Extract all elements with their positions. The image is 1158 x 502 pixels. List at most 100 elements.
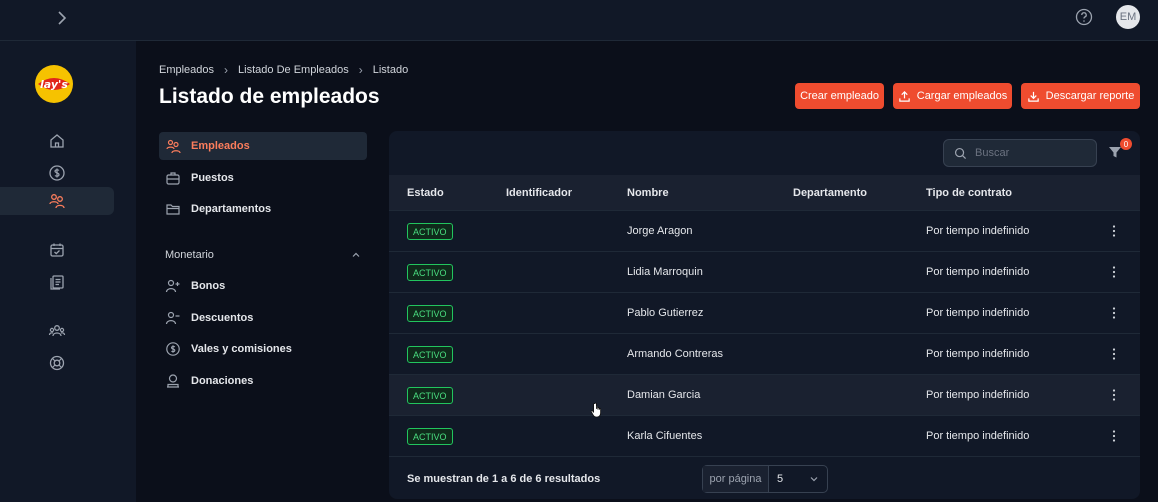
per-page-value-dropdown[interactable]: 5 [769, 466, 827, 492]
employees-icon [49, 194, 65, 209]
column-header-status[interactable]: Estado [407, 187, 444, 199]
contract-type: Por tiempo indefinido [926, 307, 1030, 319]
table-row[interactable]: ACTIVO Karla Cifuentes Por tiempo indefi… [389, 416, 1140, 457]
subnav-group-monetary[interactable]: Monetario [159, 241, 367, 269]
page-title: Listado de empleados [159, 85, 380, 108]
more-options-icon[interactable] [1111, 347, 1117, 361]
employee-name: Lidia Marroquin [627, 266, 703, 278]
per-page-select[interactable]: por página 5 [702, 465, 828, 493]
user-minus-icon [165, 311, 180, 324]
upload-employees-button[interactable]: Cargar empleados [893, 83, 1012, 109]
table-row[interactable]: ACTIVO Jorge Aragon Por tiempo indefinid… [389, 211, 1140, 252]
status-badge: ACTIVO [407, 223, 453, 240]
more-options-icon[interactable] [1111, 265, 1117, 279]
contract-type: Por tiempo indefinido [926, 430, 1030, 442]
column-header-contract-type[interactable]: Tipo de contrato [926, 187, 1012, 199]
upload-icon [899, 90, 910, 102]
subnav-item-label: Empleados [191, 140, 250, 152]
top-bar: EM [0, 0, 1158, 41]
status-badge: ACTIVO [407, 428, 453, 445]
more-options-icon[interactable] [1111, 388, 1117, 402]
chevron-right-icon[interactable] [52, 8, 72, 28]
chevron-right-icon: › [224, 63, 229, 77]
sidebar-item-home[interactable] [0, 127, 114, 155]
subnav-item-label: Departamentos [191, 203, 272, 216]
employees-table-panel: 0 Estado Identificador Nombre Departamen… [389, 131, 1140, 499]
subnav-item-discounts[interactable]: Descuentos [159, 304, 367, 332]
employees-subnav: Empleados Puestos Departamentos Monetari… [159, 132, 367, 399]
calendar-check-icon [50, 243, 64, 257]
subnav-item-positions[interactable]: Puestos [159, 164, 367, 192]
column-header-name[interactable]: Nombre [627, 187, 669, 199]
employee-name: Jorge Aragon [627, 225, 693, 237]
avatar[interactable]: EM [1116, 5, 1140, 29]
more-options-icon[interactable] [1111, 224, 1117, 238]
subnav-item-label: Descuentos [191, 311, 254, 324]
documents-icon [50, 275, 64, 290]
table-row[interactable]: ACTIVO Lidia Marroquin Por tiempo indefi… [389, 252, 1140, 293]
search-input[interactable] [975, 147, 1085, 159]
home-icon [50, 134, 64, 148]
column-header-department[interactable]: Departamento [793, 187, 867, 199]
sidebar-item-support[interactable] [0, 349, 114, 377]
briefcase-icon [166, 171, 180, 185]
help-icon[interactable] [1074, 7, 1094, 27]
status-badge: ACTIVO [407, 387, 453, 404]
subnav-item-label: Bonos [191, 280, 226, 293]
subnav-item-label: Puestos [191, 171, 234, 184]
per-page-label: por página [703, 466, 769, 492]
coin-cycle-icon [166, 342, 180, 357]
status-badge: ACTIVO [407, 346, 453, 363]
contract-type: Por tiempo indefinido [926, 266, 1030, 278]
employee-name: Karla Cifuentes [627, 430, 703, 442]
sidebar-item-documents[interactable] [0, 268, 114, 296]
team-icon [48, 325, 66, 337]
subnav-item-departments[interactable]: Departamentos [159, 195, 367, 223]
sidebar-item-payments[interactable] [0, 159, 114, 187]
subnav-item-employees[interactable]: Empleados [159, 132, 367, 160]
per-page-value: 5 [777, 473, 784, 485]
status-badge: ACTIVO [407, 305, 453, 322]
breadcrumb-item: Listado [372, 64, 409, 76]
donation-icon [167, 374, 179, 388]
more-options-icon[interactable] [1111, 306, 1117, 320]
hand-cursor-icon [590, 402, 601, 418]
subnav-item-vouchers[interactable]: Vales y comisiones [159, 335, 367, 363]
breadcrumb: Empleados › Listado De Empleados › Lista… [159, 63, 408, 77]
chevron-up-icon [352, 252, 360, 258]
subnav-item-bonuses[interactable]: Bonos [159, 272, 367, 300]
employee-name: Pablo Gutierrez [627, 307, 704, 319]
employee-name: Damian Garcia [627, 389, 701, 401]
dollar-icon [49, 165, 65, 181]
filter-count-badge: 0 [1120, 138, 1132, 150]
table-row[interactable]: ACTIVO Pablo Gutierrez Por tiempo indefi… [389, 293, 1140, 334]
sidebar-rail: lay's [0, 41, 136, 502]
lifebuoy-icon [49, 355, 65, 371]
sidebar-item-calendar[interactable] [0, 236, 114, 264]
sidebar-item-teams[interactable] [0, 317, 114, 345]
search-icon [954, 147, 967, 159]
contract-type: Por tiempo indefinido [926, 225, 1030, 237]
download-icon [1027, 91, 1039, 102]
user-plus-icon [165, 280, 180, 293]
table-row[interactable]: ACTIVO Armando Contreras Por tiempo inde… [389, 334, 1140, 375]
breadcrumb-item[interactable]: Empleados [159, 64, 214, 76]
employee-name: Armando Contreras [627, 348, 723, 360]
upload-employees-label: Cargar empleados [916, 90, 1008, 102]
more-options-icon[interactable] [1111, 429, 1117, 443]
table-row[interactable]: ACTIVO Damian Garcia Por tiempo indefini… [389, 375, 1140, 416]
download-report-button[interactable]: Descargar reporte [1021, 83, 1140, 109]
folder-icon [166, 204, 180, 215]
status-badge: ACTIVO [407, 264, 453, 281]
chevron-down-icon [810, 477, 818, 482]
contract-type: Por tiempo indefinido [926, 389, 1030, 401]
create-employee-button[interactable]: Crear empleado [795, 83, 884, 109]
sidebar-item-employees[interactable] [0, 187, 114, 215]
chevron-right-icon: › [358, 63, 363, 77]
column-header-identifier[interactable]: Identificador [506, 187, 572, 199]
search-box [943, 139, 1097, 167]
contract-type: Por tiempo indefinido [926, 348, 1030, 360]
subnav-item-donations[interactable]: Donaciones [159, 367, 367, 395]
subnav-item-label: Vales y comisiones [191, 343, 292, 356]
breadcrumb-item[interactable]: Listado De Empleados [238, 64, 349, 76]
